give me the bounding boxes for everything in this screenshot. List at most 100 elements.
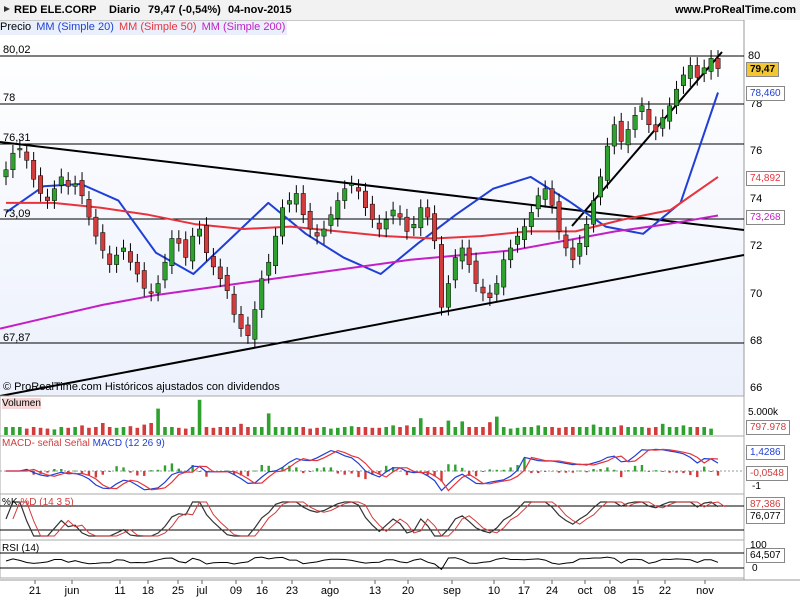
candle-body (51, 188, 57, 201)
candle-body (169, 238, 175, 266)
volume-bar (695, 427, 700, 435)
macd-histogram-bar (495, 469, 498, 472)
candle-body (252, 309, 258, 340)
candle-body (176, 238, 182, 244)
volume-bar (24, 428, 29, 435)
candle-body (445, 283, 451, 308)
candle-body (197, 228, 203, 237)
macd-histogram-bar (315, 468, 319, 472)
volume-bar (370, 427, 375, 435)
candle-body (570, 247, 576, 261)
macd-histogram-bar (557, 471, 561, 473)
macd-label-1: MACD- (2, 438, 35, 449)
x-tick-label: 09 (230, 585, 242, 597)
y-tick-76: 76 (750, 145, 763, 157)
candle-body (667, 105, 673, 122)
macd-histogram-bar (530, 471, 533, 474)
candle-body (273, 235, 279, 266)
candle-body (335, 200, 341, 219)
candle-body (38, 175, 44, 194)
macd-histogram-bar (578, 470, 581, 472)
candle-body (17, 148, 23, 151)
candle-body (397, 213, 403, 218)
macd-histogram-bar (564, 471, 568, 473)
candle-body (356, 187, 361, 192)
volume-bar (11, 427, 15, 435)
candle-body (328, 214, 334, 226)
candle-body (390, 209, 396, 217)
macd-histogram-bar (640, 465, 644, 472)
candle-body (217, 266, 223, 280)
candle-body (24, 151, 30, 161)
volume-bar (474, 427, 478, 435)
volume-bar (4, 427, 8, 435)
volume-bar (349, 426, 354, 435)
mm200-value-box: 73,268 (746, 210, 785, 225)
candle-body (432, 213, 438, 242)
volume-bar (45, 428, 50, 435)
candle-body (134, 261, 140, 275)
candle-body (93, 216, 99, 237)
macd-histogram-bar (87, 471, 91, 476)
volume-bar (114, 427, 119, 435)
candle-body (598, 176, 603, 198)
macd-histogram-bar (474, 471, 478, 477)
volume-bar (66, 427, 71, 435)
y-tick-66: 66 (750, 382, 763, 394)
candle-body (452, 257, 458, 281)
volume-bar (460, 421, 465, 435)
volume-bar (674, 427, 679, 435)
volume-bar (584, 427, 589, 435)
volume-bar (494, 416, 499, 435)
candle-body (515, 235, 520, 245)
volume-bar (363, 427, 368, 435)
volume-bar (412, 427, 416, 435)
x-tick-label: 13 (369, 585, 381, 597)
volume-bar (660, 423, 665, 435)
candle-body (204, 225, 209, 253)
volume-bar (94, 427, 98, 435)
x-tick-label: 16 (256, 585, 268, 597)
candle-body (3, 169, 9, 178)
macd-histogram-bar (709, 471, 713, 472)
macd-histogram-bar (336, 471, 340, 474)
stoch-label-2: %D (14 3 5) (20, 497, 74, 508)
volume-bar (204, 427, 209, 435)
level-label-8002: 80,02 (3, 44, 31, 56)
candle-body (45, 196, 50, 201)
macd-tick: -1 (752, 481, 761, 492)
candle-body (162, 261, 168, 281)
candle-body (342, 188, 348, 201)
candle-body (259, 278, 265, 310)
macd-histogram-bar (613, 469, 616, 472)
macd-histogram-bar (447, 464, 450, 472)
volume-bar (183, 428, 188, 435)
volume-bar (294, 427, 299, 435)
volume-bar (190, 427, 195, 435)
candle-body (501, 259, 507, 288)
candle-body (611, 124, 617, 147)
volume-bar (135, 427, 140, 435)
macd-histogram-bar (626, 470, 630, 472)
candle-body (245, 324, 251, 336)
volume-bar (342, 427, 347, 435)
volume-bar (356, 427, 361, 435)
macd-histogram-bar (156, 469, 160, 472)
macd-histogram-bar (253, 470, 257, 472)
volume-bar (38, 427, 43, 435)
macd-histogram-bar (716, 471, 720, 476)
level-label-7309: 73,09 (3, 208, 31, 220)
volume-bar (232, 427, 236, 435)
candle-body (660, 117, 666, 129)
volume-bar (647, 427, 651, 435)
macd-histogram-bar (682, 471, 685, 474)
macd-histogram-bar (702, 466, 706, 472)
volume-bar (384, 427, 388, 435)
candle-body (86, 199, 92, 218)
candle-body (231, 293, 237, 315)
volume-bar (287, 427, 292, 435)
volume-value-box: 797.978 (746, 420, 791, 435)
volume-bar (170, 427, 174, 435)
macd-histogram-bar (461, 467, 464, 472)
volume-bar (467, 427, 471, 435)
